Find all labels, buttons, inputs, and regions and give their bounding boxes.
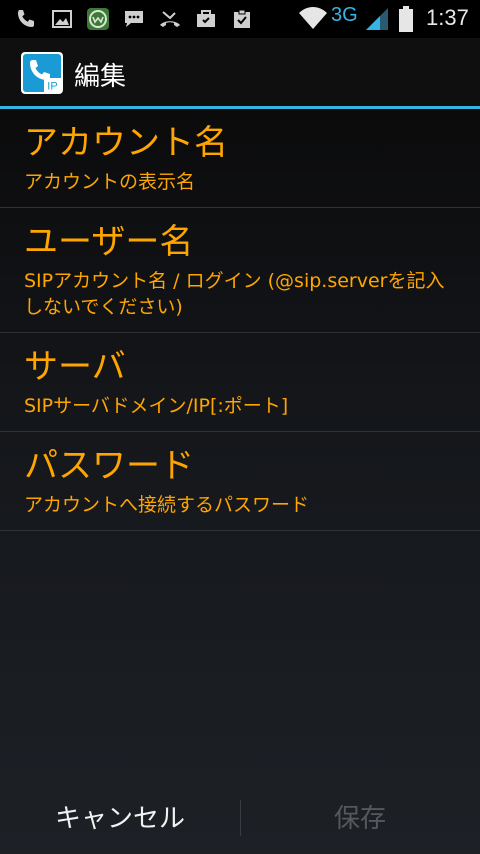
image-icon (52, 10, 72, 28)
pref-server[interactable]: サーバ SIPサーバドメイン/IP[:ポート] (0, 333, 480, 432)
missed-call-icon (160, 11, 180, 27)
pref-password[interactable]: パスワード アカウントへ接続するパスワード (0, 432, 480, 531)
pref-title: パスワード (24, 446, 194, 486)
pref-title: ユーザー名 (24, 222, 194, 262)
status-time: 1:37 (426, 5, 469, 30)
pref-summary: アカウントへ接続するパスワード (24, 494, 310, 516)
pref-username[interactable]: ユーザー名 SIPアカウント名 / ログイン (@sip.serverを記入しな… (0, 208, 480, 333)
action-bar: IP 編集 (0, 38, 480, 106)
ww-app-icon (87, 8, 109, 30)
cancel-button[interactable]: キャンセル (0, 778, 240, 854)
button-bar: キャンセル 保存 (0, 778, 480, 854)
battery-icon (399, 6, 413, 32)
pref-summary: アカウントの表示名 (24, 171, 196, 193)
signal-icon (366, 8, 388, 30)
wifi-icon (299, 7, 327, 29)
screen: 3G 1:37 IP 編集 アカウント名 アカウントの表示名 ユーザー名 SIP… (0, 0, 480, 854)
save-button[interactable]: 保存 (240, 778, 480, 854)
phone-icon (18, 10, 34, 27)
pref-title: サーバ (24, 347, 126, 387)
pref-summary: SIPアカウント名 / ログイン (@sip.serverを記入しないでください… (24, 270, 445, 318)
network-type: 3G (331, 4, 358, 26)
sip-phone-app-icon[interactable]: IP (20, 51, 64, 95)
briefcase-icon (197, 10, 215, 27)
pref-account-name[interactable]: アカウント名 アカウントの表示名 (0, 109, 480, 208)
clipboard-check-icon (234, 9, 250, 28)
chat-icon (125, 11, 143, 27)
page-title: 編集 (74, 62, 127, 92)
app-icon-label: IP (47, 81, 57, 93)
pref-title: アカウント名 (24, 123, 228, 163)
preference-list: アカウント名 アカウントの表示名 ユーザー名 SIPアカウント名 / ログイン … (0, 109, 480, 531)
status-bar: 3G 1:37 (0, 0, 480, 38)
pref-summary: SIPサーバドメイン/IP[:ポート] (24, 395, 289, 417)
